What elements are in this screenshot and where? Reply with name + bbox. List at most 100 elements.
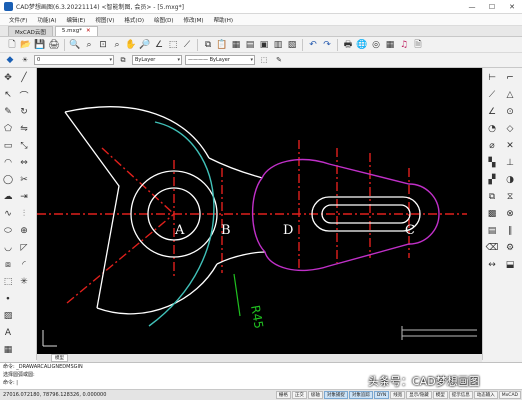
extend-icon[interactable]: ⇥ — [18, 191, 30, 203]
tab-current-drawing[interactable]: 5.mxg* ✕ — [54, 26, 98, 36]
table-icon[interactable]: ▥ — [272, 39, 284, 51]
hatch-icon[interactable]: ▨ — [2, 310, 14, 322]
copy-objects-icon[interactable]: ▚ — [486, 157, 498, 169]
osnap-midpoint-icon[interactable]: △ — [504, 89, 516, 101]
lineweight-toggle[interactable]: 线宽 — [390, 391, 406, 399]
scale-icon[interactable]: ⤡ — [18, 140, 30, 152]
close-button[interactable]: ✕ — [502, 0, 522, 14]
tab-close-icon[interactable]: ✕ — [86, 28, 91, 34]
document-icon[interactable]: 🗎 — [412, 39, 424, 51]
menu-file[interactable]: 文件(F) — [4, 16, 32, 24]
stretch-icon[interactable]: ⇔ — [18, 157, 30, 169]
print-icon[interactable]: 🖨 — [48, 39, 60, 51]
dimension-linear-icon[interactable]: ⊢ — [486, 72, 498, 84]
osnap-quadrant-icon[interactable]: ◇ — [504, 123, 516, 135]
image-icon[interactable]: ▧ — [286, 39, 298, 51]
select-icon[interactable]: ⬚ — [167, 39, 179, 51]
array-icon[interactable]: ▞ — [486, 174, 498, 186]
revcloud-icon[interactable]: ☁ — [2, 191, 14, 203]
rectangle-icon[interactable]: ▭ — [2, 140, 14, 152]
otrack-toggle[interactable]: 对象追踪 — [348, 391, 373, 399]
menu-edit[interactable]: 编辑(E) — [62, 16, 91, 24]
point-icon[interactable]: ∙ — [2, 293, 14, 305]
osnap-settings-icon[interactable]: ⚙ — [504, 242, 516, 254]
save-icon[interactable]: 💾 — [34, 39, 46, 51]
circle-icon[interactable]: ◯ — [2, 174, 14, 186]
move-icon[interactable]: ✥ — [2, 72, 14, 84]
new-file-icon[interactable]: 🗋 — [6, 39, 18, 51]
osnap-perpendicular-icon[interactable]: ⊥ — [504, 157, 516, 169]
dyn-toggle[interactable]: DYN — [373, 391, 390, 399]
ellipse-arc-icon[interactable]: ◡ — [2, 242, 14, 254]
zoom-window-icon[interactable]: ⌕ — [83, 39, 95, 51]
mxcad-button[interactable]: MxCAD — [498, 391, 521, 399]
dimension-angular-icon[interactable]: ∠ — [486, 106, 498, 118]
layer-icon[interactable]: ▤ — [244, 39, 256, 51]
maximize-button[interactable]: ☐ — [482, 0, 502, 14]
plot-icon[interactable]: 🖶 — [342, 39, 354, 51]
area-icon[interactable]: ⬓ — [504, 259, 516, 271]
osnap-endpoint-icon[interactable]: ⌐ — [504, 72, 516, 84]
osnap-center-icon[interactable]: ⊙ — [504, 106, 516, 118]
osnap-tangent-icon[interactable]: ◑ — [504, 174, 516, 186]
dynamic-input-toggle[interactable]: 动态输入 — [473, 391, 498, 399]
layers-stack-icon[interactable]: ◆ — [4, 54, 16, 66]
dimension-aligned-icon[interactable]: ⟋ — [486, 89, 498, 101]
osnap-parallel-icon[interactable]: ∥ — [504, 225, 516, 237]
text-icon[interactable]: A — [2, 327, 14, 339]
tooltip-toggle[interactable]: 提示信息 — [448, 391, 473, 399]
zoom-extents-icon[interactable]: ⊡ — [97, 39, 109, 51]
menu-function[interactable]: 功能(A) — [32, 16, 61, 24]
measure-icon[interactable]: ∠ — [153, 39, 165, 51]
align-icon[interactable]: ▤ — [486, 225, 498, 237]
layer-state-icon[interactable]: ☀ — [19, 54, 31, 66]
line-icon[interactable]: ⟋ — [181, 39, 193, 51]
block-icon[interactable]: ▣ — [258, 39, 270, 51]
menu-modify[interactable]: 修改(M) — [179, 16, 209, 24]
globe-icon[interactable]: 🌐 — [356, 39, 368, 51]
music-icon[interactable]: ♫ — [398, 39, 410, 51]
arrow-select-icon[interactable]: ↖ — [2, 89, 14, 101]
polar-toggle[interactable]: 极轴 — [307, 391, 323, 399]
web-icon[interactable]: ◎ — [370, 39, 382, 51]
osnap-nearest-icon[interactable]: ⧖ — [504, 191, 516, 203]
layer-select[interactable]: 0 ▾ — [34, 55, 114, 65]
group-icon[interactable]: ▩ — [486, 208, 498, 220]
arc-icon[interactable]: ◠ — [2, 157, 14, 169]
menu-draw[interactable]: 绘图(D) — [149, 16, 179, 24]
tab-model[interactable]: 模型 — [51, 354, 68, 362]
tab-cloud[interactable]: MxCAD云图 — [8, 26, 53, 36]
spline-icon[interactable]: ∿ — [2, 208, 14, 220]
redo-icon[interactable]: ↷ — [321, 39, 333, 51]
offset-icon[interactable]: ⧉ — [486, 191, 498, 203]
open-file-icon[interactable]: 📂 — [20, 39, 32, 51]
drawing-canvas[interactable]: R45 A B D C — [37, 68, 482, 354]
properties-icon[interactable]: ▦ — [230, 39, 242, 51]
ellipse-icon[interactable]: ⬭ — [2, 225, 14, 237]
break-icon[interactable]: ⫶ — [18, 208, 30, 220]
match-properties-icon[interactable]: ⬚ — [258, 54, 270, 66]
undo-icon[interactable]: ↶ — [307, 39, 319, 51]
join-icon[interactable]: ⊕ — [18, 225, 30, 237]
erase-icon[interactable]: ⌫ — [486, 242, 499, 254]
insert-block-icon[interactable]: ⧈ — [2, 259, 14, 271]
menu-view[interactable]: 视图(V) — [90, 16, 119, 24]
zoom-realtime-icon[interactable]: 🔍 — [69, 39, 81, 51]
osnap-intersection-icon[interactable]: ✕ — [504, 140, 516, 152]
dimension-diameter-icon[interactable]: ⌀ — [486, 140, 498, 152]
calculator-icon[interactable]: ▦ — [384, 39, 396, 51]
fillet-icon[interactable]: ◜ — [18, 259, 30, 271]
copy-icon[interactable]: ⧉ — [202, 39, 214, 51]
grid-toggle[interactable]: 栅格 — [275, 391, 291, 399]
zoom-previous-icon[interactable]: ⌕ — [111, 39, 123, 51]
menu-help[interactable]: 帮助(H) — [209, 16, 238, 24]
ortho-toggle[interactable]: 正交 — [291, 391, 307, 399]
mirror-icon[interactable]: ⇋ — [18, 123, 30, 135]
paste-icon[interactable]: 📋 — [216, 39, 228, 51]
line-icon[interactable]: ╱ — [18, 72, 30, 84]
brush-icon[interactable]: ✎ — [273, 54, 285, 66]
distance-icon[interactable]: ↔ — [486, 259, 498, 271]
model-toggle[interactable]: 模型 — [432, 391, 448, 399]
polyline-icon[interactable]: ⌒ — [18, 89, 30, 102]
rotate-icon[interactable]: ↻ — [18, 106, 30, 118]
